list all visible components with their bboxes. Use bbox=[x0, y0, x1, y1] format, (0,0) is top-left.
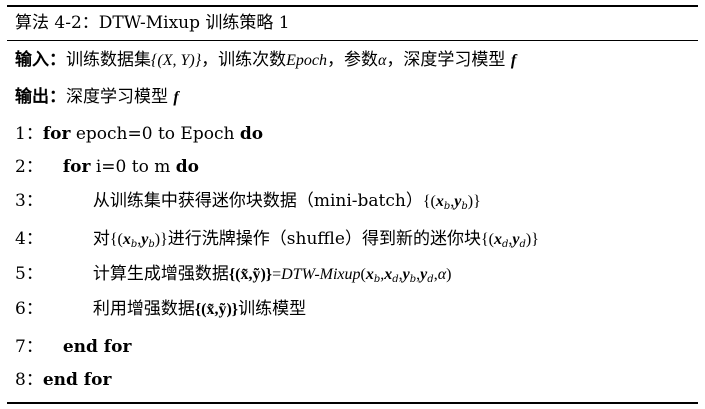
output-label: 输出： bbox=[15, 87, 66, 107]
input-text-4: ，深度学习模型 bbox=[386, 50, 506, 70]
arg-x: x bbox=[365, 266, 374, 283]
keyword-end-for: end for bbox=[42, 370, 112, 390]
step-text: 计算生成增强数据 bbox=[92, 264, 229, 284]
arg-alpha: α bbox=[437, 266, 447, 283]
step-text: 从训练集中获得迷你块数据（mini-batch） bbox=[92, 191, 423, 211]
augmented-set: {(x̃,ỹ)} bbox=[194, 301, 239, 318]
input-text-1: 训练数据集 bbox=[66, 50, 151, 70]
algorithm-title: 算法 4-2：DTW-Mixup 训练策略 1 bbox=[15, 13, 290, 33]
step-text: i=0 to m bbox=[90, 157, 176, 177]
step-8: 8：end for bbox=[15, 369, 111, 391]
header-rule bbox=[7, 40, 698, 41]
augmented-set: {(x̃,ỹ)} bbox=[228, 266, 273, 283]
input-text-2: ，训练次数 bbox=[201, 50, 287, 70]
step-2: 2： for i=0 to m do bbox=[15, 156, 199, 178]
var-x: x bbox=[122, 231, 131, 248]
step-text-2: 训练模型 bbox=[238, 299, 307, 319]
step-1: 1：for epoch=0 to Epoch do bbox=[15, 123, 263, 145]
input-dataset: {(X, Y)} bbox=[151, 52, 202, 69]
step-number: 1： bbox=[15, 124, 43, 144]
set-close-2: )} bbox=[525, 231, 539, 248]
step-4: 4： 对{(xb,yb)}进行洗牌操作（shuffle）得到新的迷你块{(xd,y… bbox=[15, 228, 539, 256]
arg-y: y bbox=[402, 266, 410, 283]
input-label: 输入： bbox=[15, 50, 66, 70]
equals: = bbox=[272, 266, 282, 283]
set-open: {( bbox=[109, 231, 123, 248]
input-epoch: Epoch bbox=[286, 52, 327, 69]
step-6: 6： 利用增强数据{(x̃,ỹ)}训练模型 bbox=[15, 298, 306, 321]
step-number: 8： bbox=[15, 370, 43, 390]
set-open-2: {( bbox=[480, 231, 494, 248]
input-model: f bbox=[510, 52, 517, 69]
step-number: 4： bbox=[15, 229, 43, 249]
step-number: 2： bbox=[15, 157, 43, 177]
step-5: 5： 计算生成增强数据{(x̃,ỹ)}=DTW-Mixup(xb,xd,yb,yd… bbox=[15, 263, 451, 291]
keyword-do: do bbox=[239, 124, 264, 144]
set-open: {( bbox=[422, 193, 436, 210]
step-number: 5： bbox=[15, 264, 43, 284]
var-y: y bbox=[512, 231, 520, 248]
top-rule bbox=[7, 5, 698, 7]
step-text-1: 利用增强数据 bbox=[92, 299, 195, 319]
set-close: )} bbox=[154, 231, 168, 248]
output-text: 深度学习模型 bbox=[66, 87, 168, 107]
keyword-for: for bbox=[62, 157, 91, 177]
step-text-1: 对 bbox=[92, 229, 110, 249]
output-line: 输出：深度学习模型 f bbox=[15, 86, 179, 109]
step-number: 3： bbox=[15, 191, 43, 211]
input-text-3: ，参数 bbox=[327, 50, 378, 70]
step-number: 7： bbox=[15, 337, 43, 357]
step-3: 3： 从训练集中获得迷你块数据（mini-batch）{(xb,yb)} bbox=[15, 190, 481, 218]
step-number: 6： bbox=[15, 299, 43, 319]
step-text-2: 进行洗牌操作（shuffle）得到新的迷你块 bbox=[167, 229, 481, 249]
keyword-do: do bbox=[175, 157, 199, 177]
output-model: f bbox=[173, 89, 179, 106]
algorithm-box: 算法 4-2：DTW-Mixup 训练策略 1 输入：训练数据集{(X, Y)}… bbox=[7, 0, 698, 409]
var-x: x bbox=[435, 193, 444, 210]
function-name: DTW-Mixup bbox=[281, 266, 361, 283]
set-close: )} bbox=[467, 193, 481, 210]
var-x: x bbox=[494, 231, 502, 248]
step-text: epoch=0 to Epoch bbox=[70, 124, 240, 144]
step-7: 7： end for bbox=[15, 336, 131, 358]
keyword-end-for: end for bbox=[62, 337, 132, 357]
input-line: 输入：训练数据集{(X, Y)}，训练次数Epoch，参数α，深度学习模型 f bbox=[15, 49, 516, 72]
paren-close: ) bbox=[446, 266, 452, 283]
bottom-rule bbox=[7, 402, 698, 404]
keyword-for: for bbox=[42, 124, 71, 144]
